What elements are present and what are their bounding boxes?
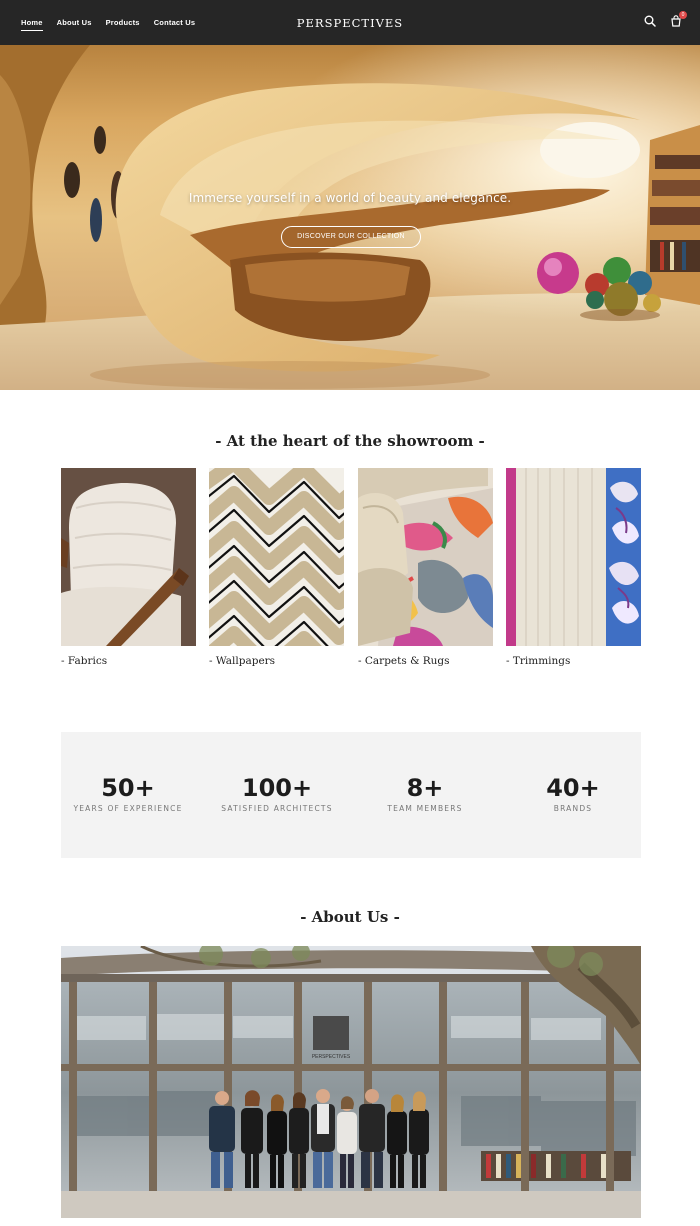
nav-icons: 0 <box>643 11 687 28</box>
category-fabrics[interactable]: - Fabrics <box>61 468 196 667</box>
category-label: - Trimmings <box>506 655 571 667</box>
carpets-rugs-image <box>358 468 493 646</box>
stat-brands: 40+ BRANDS <box>503 774 643 813</box>
category-carpets-rugs[interactable]: - Carpets & Rugs <box>358 468 493 667</box>
cart-count-badge: 0 <box>679 11 687 19</box>
stat-label: TEAM MEMBERS <box>387 804 463 813</box>
hero-image <box>0 45 700 390</box>
fabrics-image <box>61 468 196 646</box>
stat-architects: 100+ SATISFIED ARCHITECTS <box>207 774 347 813</box>
showroom-title: - At the heart of the showroom - <box>215 432 485 450</box>
stat-label: BRANDS <box>553 804 593 813</box>
stat-value: 100+ <box>241 774 313 802</box>
category-label: - Carpets & Rugs <box>358 655 450 667</box>
top-navbar: Home About Us Products Contact Us PERSPE… <box>0 0 700 45</box>
stat-value: 40+ <box>546 774 600 802</box>
hero-tagline: Immerse yourself in a world of beauty an… <box>188 191 512 205</box>
stat-label: SATISFIED ARCHITECTS <box>221 804 333 813</box>
about-title: - About Us - <box>300 908 400 926</box>
stat-label: YEARS OF EXPERIENCE <box>73 804 183 813</box>
stats-panel: 50+ YEARS OF EXPERIENCE 100+ SATISFIED A… <box>61 732 641 858</box>
cart-icon[interactable]: 0 <box>669 11 687 28</box>
team-photo: PERSPECTIVES <box>61 946 641 1218</box>
category-label: - Fabrics <box>61 655 108 667</box>
wallpapers-image <box>209 468 344 646</box>
category-label: - Wallpapers <box>209 655 276 667</box>
stat-value: 50+ <box>101 774 155 802</box>
category-trimmings[interactable]: - Trimmings <box>506 468 641 667</box>
building-sign: PERSPECTIVES <box>312 1054 351 1060</box>
search-icon[interactable] <box>643 14 657 28</box>
category-wallpapers[interactable]: - Wallpapers <box>209 468 344 667</box>
discover-collection-button[interactable]: DISCOVER OUR COLLECTION <box>281 226 421 248</box>
stat-team: 8+ TEAM MEMBERS <box>355 774 495 813</box>
brand-logo[interactable]: PERSPECTIVES <box>0 16 700 30</box>
stat-years: 50+ YEARS OF EXPERIENCE <box>58 774 198 813</box>
hero-banner: Immerse yourself in a world of beauty an… <box>0 45 700 390</box>
trimmings-image <box>506 468 641 646</box>
stat-value: 8+ <box>406 774 444 802</box>
